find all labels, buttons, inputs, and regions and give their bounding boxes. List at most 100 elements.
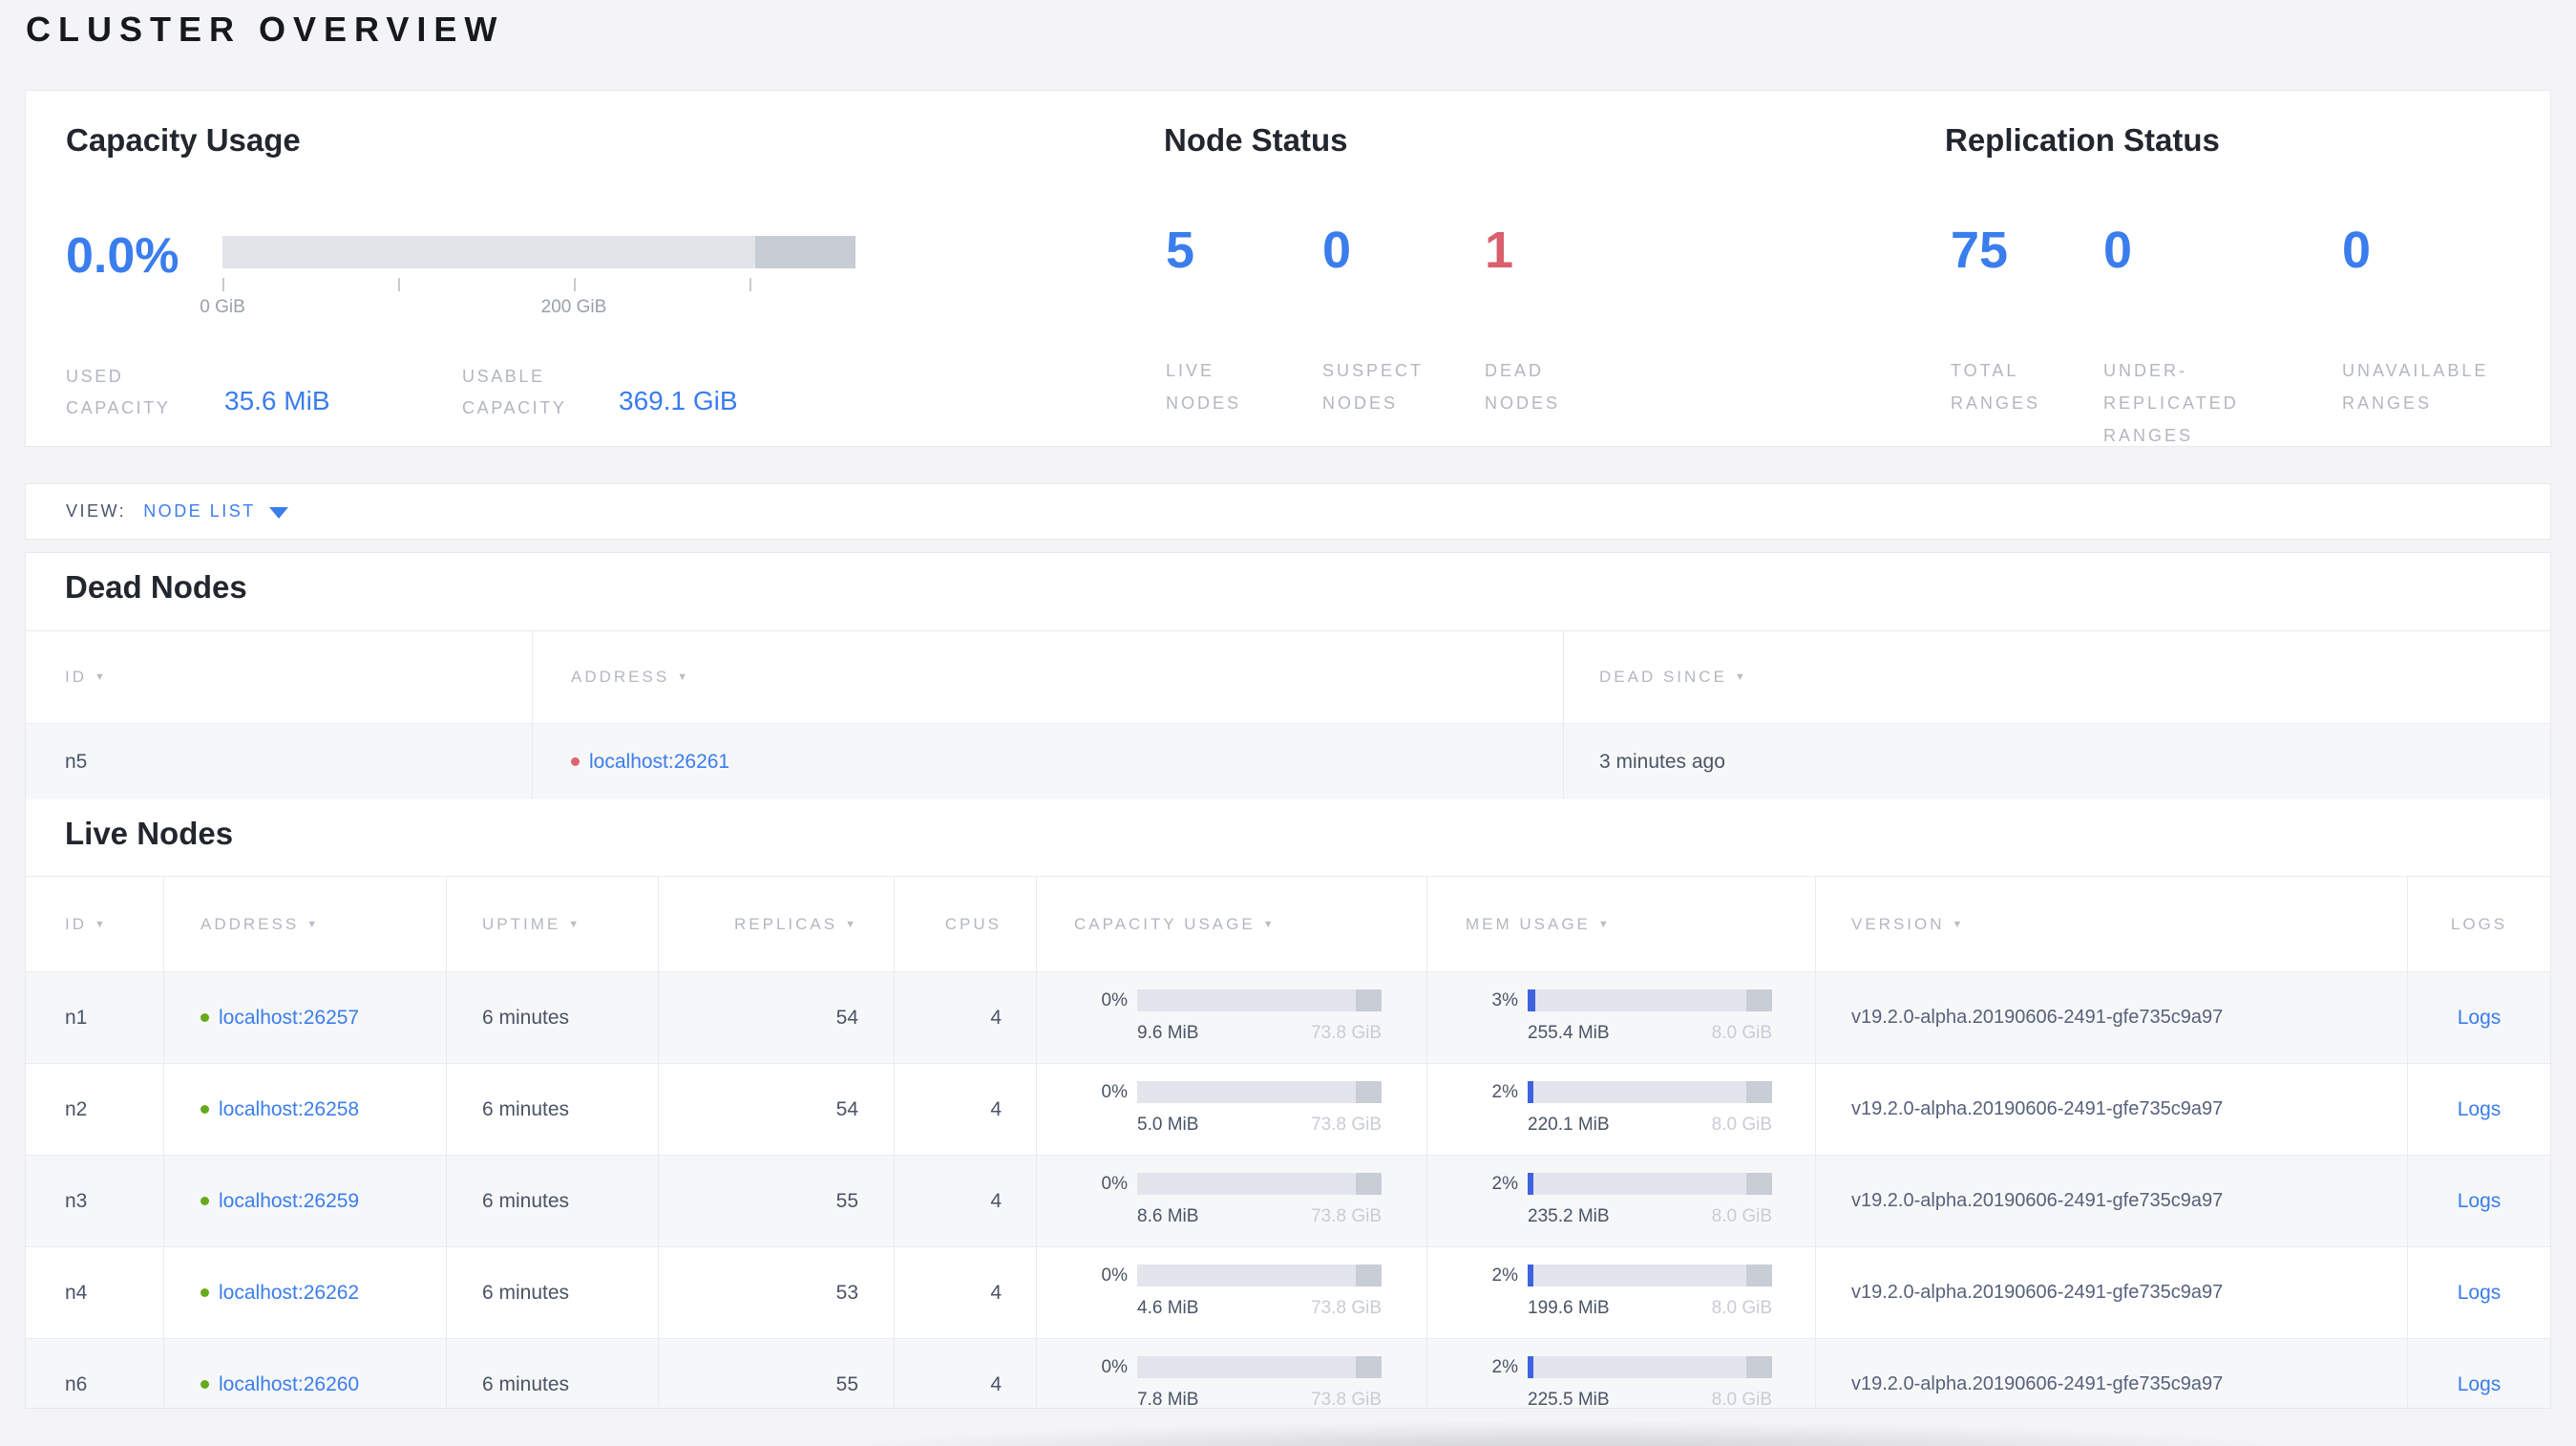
column-header-label: UPTIME xyxy=(482,914,561,933)
capacity-percent: 0% xyxy=(1101,1265,1128,1286)
column-header-version[interactable]: VERSION ▼ xyxy=(1816,877,2408,971)
capacity-bar-segment xyxy=(1356,989,1382,1011)
mem-percent: 3% xyxy=(1491,989,1518,1010)
mem-mini-bar xyxy=(1528,989,1772,1011)
column-header-label: DEAD SINCE xyxy=(1599,668,1727,686)
mem-used-value: 225.5 MiB xyxy=(1528,1390,1610,1409)
capacity-bar-track xyxy=(222,236,855,268)
live-nodes-table: ID ▼ ADDRESS ▼ UPTIME ▼ REPLICAS ▼ CPUS … xyxy=(26,876,2550,1409)
version-cell: v19.2.0-alpha.20190606-2491-gfe735c9a97 xyxy=(1816,1247,2408,1338)
live-node-row: n3 localhost:26259 6 minutes 55 4 0% 8.6… xyxy=(26,1155,2550,1246)
column-header-capacity-usage[interactable]: CAPACITY USAGE ▼ xyxy=(1037,877,1427,971)
column-header-replicas[interactable]: REPLICAS ▼ xyxy=(659,877,895,971)
capacity-percent: 0% xyxy=(1101,1081,1128,1102)
logs-link[interactable]: Logs xyxy=(2458,1282,2502,1305)
capacity-usage-cell: 0% 4.6 MiB 73.8 GiB xyxy=(1037,1247,1427,1338)
mem-bar-segment xyxy=(1746,1265,1772,1287)
capacity-total-value: 73.8 GiB xyxy=(1311,1115,1382,1135)
axis-tick xyxy=(574,278,576,291)
capacity-usage-cell: 0% 8.6 MiB 73.8 GiB xyxy=(1037,1156,1427,1246)
view-selector-dropdown[interactable]: NODE LIST xyxy=(143,501,288,521)
version-cell: v19.2.0-alpha.20190606-2491-gfe735c9a97 xyxy=(1816,1064,2408,1155)
dead-nodes-header-row: ID ▼ ADDRESS ▼ DEAD SINCE ▼ xyxy=(26,630,2550,723)
capacity-bar-segment xyxy=(1356,1173,1382,1195)
capacity-used-value: 5.0 MiB xyxy=(1137,1115,1199,1135)
column-header-uptime[interactable]: UPTIME ▼ xyxy=(447,877,659,971)
logs-cell: Logs xyxy=(2408,972,2550,1063)
column-header-logs: LOGS xyxy=(2408,877,2550,971)
axis-tick-label: 200 GiB xyxy=(540,297,607,317)
mem-percent: 2% xyxy=(1491,1081,1518,1102)
view-bar: VIEW: NODE LIST xyxy=(25,483,2551,540)
node-id-cell: n1 xyxy=(26,972,164,1063)
used-capacity-label: USED CAPACITY xyxy=(66,367,171,417)
under-replicated-ranges-label: UNDER-REPLICATED RANGES xyxy=(2103,361,2239,445)
logs-link[interactable]: Logs xyxy=(2458,1373,2502,1396)
node-address-cell: localhost:26259 xyxy=(164,1156,447,1246)
node-id-cell: n2 xyxy=(26,1064,164,1155)
used-capacity-value: 35.6 MiB xyxy=(224,386,330,415)
capacity-bar-segment xyxy=(1356,1356,1382,1378)
version-cell: v19.2.0-alpha.20190606-2491-gfe735c9a97 xyxy=(1816,1156,2408,1246)
capacity-total-value: 73.8 GiB xyxy=(1311,1298,1382,1318)
unavailable-ranges-label: UNAVAILABLE RANGES xyxy=(2342,361,2489,413)
node-address-link[interactable]: localhost:26257 xyxy=(219,1007,359,1030)
mem-total-value: 8.0 GiB xyxy=(1711,1023,1772,1043)
logs-link[interactable]: Logs xyxy=(2458,1007,2502,1030)
usable-capacity-label: USABLE CAPACITY xyxy=(462,367,567,417)
column-header-mem-usage[interactable]: MEM USAGE ▼ xyxy=(1427,877,1816,971)
caret-down-icon xyxy=(268,507,288,519)
logs-link[interactable]: Logs xyxy=(2458,1190,2502,1213)
uptime-cell: 6 minutes xyxy=(447,1339,659,1408)
node-status-title: Node Status xyxy=(1164,122,1348,158)
mem-mini-bar xyxy=(1528,1265,1772,1287)
dead-nodes-heading: Dead Nodes xyxy=(65,569,247,605)
sort-desc-icon: ▼ xyxy=(1734,671,1748,683)
uptime-cell: 6 minutes xyxy=(447,1156,659,1246)
node-address-link[interactable]: localhost:26258 xyxy=(219,1098,359,1121)
column-header-address[interactable]: ADDRESS ▼ xyxy=(164,877,447,971)
logs-link[interactable]: Logs xyxy=(2458,1098,2502,1121)
suspect-nodes-label: SUSPECT NODES xyxy=(1322,361,1424,413)
node-id-cell: n6 xyxy=(26,1339,164,1408)
column-header-id[interactable]: ID ▼ xyxy=(26,631,533,723)
node-address-link[interactable]: localhost:26260 xyxy=(219,1373,359,1396)
capacity-used-value: 8.6 MiB xyxy=(1137,1206,1199,1226)
capacity-used-value: 4.6 MiB xyxy=(1137,1298,1199,1318)
column-header-dead-since[interactable]: DEAD SINCE ▼ xyxy=(1564,631,2550,723)
axis-tick-label: 0 GiB xyxy=(200,297,245,317)
cpus-cell: 4 xyxy=(895,1247,1037,1338)
mem-total-value: 8.0 GiB xyxy=(1711,1115,1772,1135)
mem-used-value: 199.6 MiB xyxy=(1528,1298,1610,1318)
replicas-cell: 55 xyxy=(659,1156,895,1246)
dead-since-cell: 3 minutes ago xyxy=(1599,750,1725,773)
sort-desc-icon: ▼ xyxy=(95,918,108,930)
node-address-link[interactable]: localhost:26259 xyxy=(219,1190,359,1213)
nodes-tables-section: Dead Nodes ID ▼ ADDRESS ▼ DEAD SINCE ▼ n… xyxy=(25,552,2551,1409)
cpus-cell: 4 xyxy=(895,1064,1037,1155)
node-status-section: Node Status 5 LIVE NODES 0 SUSPECT NODES… xyxy=(1164,91,1832,446)
capacity-usage-cell: 0% 7.8 MiB 73.8 GiB xyxy=(1037,1339,1427,1408)
capacity-mini-bar xyxy=(1137,1265,1382,1287)
view-label: VIEW: xyxy=(66,501,127,521)
column-header-address[interactable]: ADDRESS ▼ xyxy=(533,631,1564,723)
bottom-shadow xyxy=(611,1410,2521,1446)
sort-desc-icon: ▼ xyxy=(95,671,108,683)
node-address-link[interactable]: localhost:26262 xyxy=(219,1282,359,1305)
total-ranges-count: 75 xyxy=(1951,222,2009,279)
capacity-mini-bar xyxy=(1137,1356,1382,1378)
column-header-id[interactable]: ID ▼ xyxy=(26,877,164,971)
column-header-cpus[interactable]: CPUS xyxy=(895,877,1037,971)
column-header-label: LOGS xyxy=(2450,914,2508,933)
column-header-label: REPLICAS xyxy=(734,914,838,933)
live-status-dot-icon xyxy=(201,1380,209,1389)
cpus-cell: 4 xyxy=(895,1339,1037,1408)
suspect-nodes-count: 0 xyxy=(1322,222,1352,279)
node-address-link[interactable]: localhost:26261 xyxy=(589,751,729,774)
mem-usage-cell: 2% 235.2 MiB 8.0 GiB xyxy=(1427,1156,1816,1246)
axis-tick xyxy=(222,278,224,291)
mem-total-value: 8.0 GiB xyxy=(1711,1206,1772,1226)
cluster-summary-panel: Capacity Usage 0.0% 0 GiB 200 GiB USED C… xyxy=(25,90,2551,447)
mem-bar-fill xyxy=(1528,1081,1533,1103)
replicas-cell: 54 xyxy=(659,1064,895,1155)
